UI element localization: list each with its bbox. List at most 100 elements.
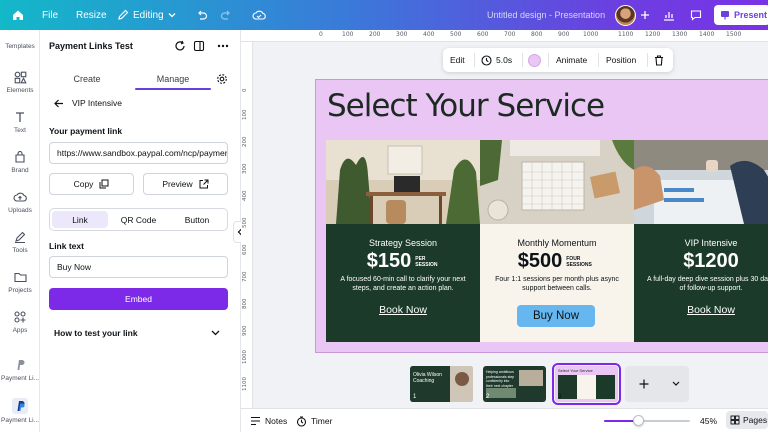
page-thumbnail-2[interactable]: Helping ambitious professionals step con… [483,366,546,402]
rail-item-text[interactable]: Text [0,110,40,134]
rail-item-templates[interactable]: Templates [0,34,40,50]
segment-button[interactable]: Button [169,211,225,228]
panel-title: Payment Links Test [49,41,133,51]
buy-now-button[interactable]: Buy Now [517,305,595,327]
timer-button[interactable]: Timer [296,409,332,432]
cloud-save-status[interactable] [252,0,266,30]
link-text-input[interactable]: Buy Now [49,256,228,278]
more-horizontal-icon [217,44,229,48]
duration-button[interactable]: 5.0s [481,48,512,72]
segment-link[interactable]: Link [52,211,108,228]
cloud-check-icon [252,10,266,20]
slide-canvas[interactable]: Select Your Service Strategy Session $15… [315,79,768,353]
chevron-down-icon [168,13,176,18]
ruler-vertical: 0 100 200 300 400 500 600 700 800 900 10… [241,42,253,408]
comments-button[interactable] [690,0,702,30]
sidebar-toggle-button[interactable] [192,39,206,53]
paypal-icon [12,398,28,414]
share-add-button[interactable] [640,0,650,30]
how-to-test-accordion[interactable]: How to test your link [54,326,220,340]
card-body: Strategy Session $150 PER SESSION A focu… [326,224,480,342]
page-thumbnail-3[interactable]: Select Your Service 3 [552,363,621,405]
undo-button[interactable] [196,0,208,30]
copy-button[interactable]: Copy [49,173,134,195]
rail-item-uploads[interactable]: Uploads [0,190,40,214]
tab-create[interactable]: Create [49,68,125,90]
back-to-list-button[interactable]: VIP Intensive [54,98,122,108]
zoom-level[interactable]: 45% [700,409,717,432]
notes-button[interactable]: Notes [250,409,287,432]
redo-button[interactable] [220,0,232,30]
notes-icon [251,416,260,426]
color-swatch-button[interactable] [528,48,541,72]
rail-item-apps[interactable]: Apps [0,310,40,334]
clock-icon [481,54,492,66]
price-unit: PER SESSION [415,255,438,268]
segment-qr-code[interactable]: QR Code [110,211,167,228]
rail-item-payment-links-1[interactable]: Payment Li... [0,358,40,382]
service-description: Four 1:1 sessions per month plus async s… [495,276,619,292]
refresh-button[interactable] [173,39,187,53]
link-text-label: Link text [49,241,84,251]
service-price: $500 [517,250,563,272]
rail-item-brand[interactable]: Brand [0,150,40,174]
rail-item-projects[interactable]: Projects [0,270,40,294]
present-button[interactable]: Present [714,5,768,25]
price-unit: FOUR SESSIONS [566,255,592,268]
embed-button[interactable]: Embed [49,288,228,310]
book-now-link[interactable]: Book Now [326,304,480,316]
resize-button[interactable]: Resize [76,0,107,30]
page-strip: Olivia Wilson Coaching 1 Helping ambitio… [253,360,768,408]
panel-icon [193,40,205,52]
rail-item-elements[interactable]: Elements [0,70,40,94]
refresh-icon [175,40,185,51]
card-body: Monthly Momentum $500 FOUR SESSIONS Four… [480,224,634,342]
rail-item-tools[interactable]: Tools [0,230,40,254]
service-description: A full-day deep dive session plus 30 day… [646,276,768,292]
file-menu[interactable]: File [42,0,58,30]
edit-button[interactable]: Edit [450,48,465,72]
element-toolbar: Edit 5.0s Animate Position [443,48,673,72]
zoom-slider-handle[interactable] [633,415,644,426]
book-now-link[interactable]: Book Now [634,304,768,316]
color-swatch [528,53,541,67]
gear-icon [217,74,227,84]
shapes-icon [13,70,27,84]
service-name: Strategy Session [368,238,438,248]
document-title[interactable]: Untitled design - Presentation [487,0,605,30]
service-name: VIP Intensive [684,238,738,248]
settings-button[interactable] [213,68,231,90]
more-options-button[interactable] [216,39,230,53]
slide-title[interactable]: Select Your Service [327,88,605,124]
service-card-vip[interactable]: VIP Intensive $1200 A full-day deep dive… [634,140,768,342]
service-card-monthly[interactable]: Monthly Momentum $500 FOUR SESSIONS Four… [480,140,634,342]
arrow-left-icon [54,99,63,107]
pages-view-button[interactable]: Pages [726,411,768,429]
tab-manage[interactable]: Manage [135,68,211,90]
payment-link-label: Your payment link [49,126,123,136]
link-type-segmented-control: Link QR Code Button [49,208,228,231]
rail-item-payment-links-2[interactable]: Payment Li... [0,398,40,424]
payment-links-panel: Payment Links Test Create Manage VIP Int… [40,30,241,432]
meeting-photo [634,140,768,224]
pencil-icon [118,9,129,20]
delete-button[interactable] [654,48,664,72]
home-button[interactable] [12,0,24,30]
selected-link-name: VIP Intensive [72,98,122,108]
avatar[interactable] [615,5,636,26]
animate-button[interactable]: Animate [556,48,587,72]
payment-link-field[interactable]: https://www.sandbox.paypal.com/ncp/payme… [49,142,228,164]
folder-icon [13,270,27,284]
plus-icon [639,379,649,389]
page-thumbnail-1[interactable]: Olivia Wilson Coaching 1 [410,366,473,402]
home-icon [13,10,23,20]
insights-button[interactable] [663,0,675,30]
preview-button[interactable]: Preview [143,173,228,195]
position-button[interactable]: Position [606,48,636,72]
top-bar: File Resize Editing Untitled design - Pr… [0,0,768,30]
workspace-photo [326,140,480,224]
editing-mode-button[interactable]: Editing [117,0,176,30]
add-page-button[interactable] [625,366,689,402]
service-card-strategy[interactable]: Strategy Session $150 PER SESSION A focu… [326,140,480,342]
card-body: VIP Intensive $1200 A full-day deep dive… [634,224,768,342]
